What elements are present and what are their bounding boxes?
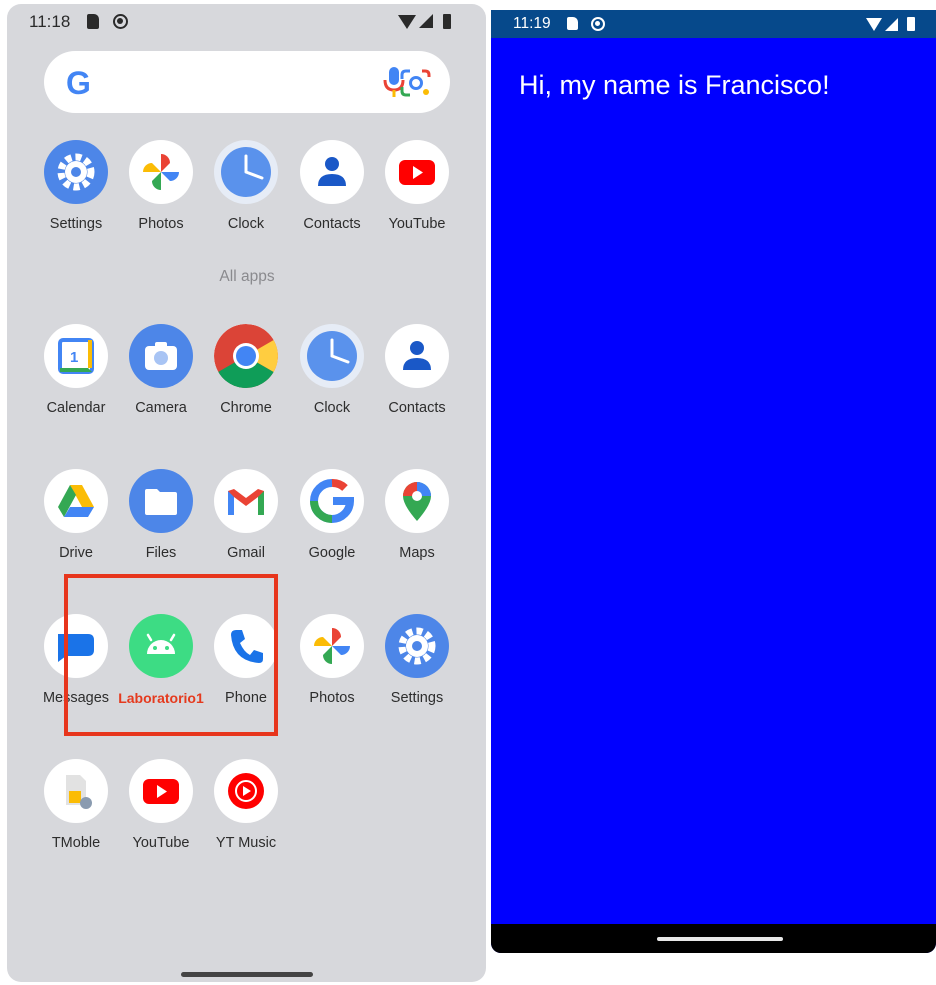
maps-pin-icon — [385, 469, 449, 533]
status-time: 11:19 — [513, 15, 551, 32]
youtube-icon — [129, 759, 193, 823]
sd-card-icon — [567, 17, 578, 30]
app-settings-favorite[interactable]: Settings — [33, 140, 119, 240]
google-search-bar[interactable]: G — [44, 51, 450, 113]
drive-icon — [44, 469, 108, 533]
calendar-icon: 1 — [44, 324, 108, 388]
folder-icon — [129, 469, 193, 533]
photos-icon — [300, 614, 364, 678]
app-photos-favorite[interactable]: Photos — [118, 140, 204, 240]
app-gmail[interactable]: Gmail — [203, 469, 289, 569]
sim-toolkit-icon — [44, 759, 108, 823]
launcher-screen: 11:18 G Settings Photos Clock Contacts Y… — [7, 4, 486, 982]
app-tmoble[interactable]: TMoble — [33, 759, 119, 859]
app-chrome[interactable]: Chrome — [203, 324, 289, 424]
app-contacts-favorite[interactable]: Contacts — [289, 140, 375, 240]
navigation-bar — [491, 924, 936, 953]
greeting-text: Hi, my name is Francisco! — [519, 70, 830, 100]
youtube-icon — [385, 140, 449, 204]
app-youtube[interactable]: YouTube — [118, 759, 204, 859]
app-photos[interactable]: Photos — [289, 614, 375, 714]
app-label: Settings — [390, 690, 444, 706]
wifi-icon — [398, 15, 416, 29]
all-apps-heading: All apps — [219, 268, 275, 285]
signal-icon — [885, 18, 898, 31]
battery-icon — [443, 14, 451, 29]
settings-icon — [44, 140, 108, 204]
clock-icon — [214, 140, 278, 204]
app-calendar[interactable]: 1 Calendar — [33, 324, 119, 424]
contacts-icon — [300, 140, 364, 204]
wifi-icon — [866, 18, 882, 31]
app-drive[interactable]: Drive — [33, 469, 119, 569]
settings-icon — [385, 614, 449, 678]
clock-icon — [300, 324, 364, 388]
contacts-icon — [385, 324, 449, 388]
app-yt-music[interactable]: YT Music — [203, 759, 289, 859]
app-label: Contacts — [388, 400, 446, 416]
chrome-icon — [214, 324, 278, 388]
status-bar: 11:19 — [491, 10, 936, 38]
photos-icon — [129, 140, 193, 204]
app-google[interactable]: Google — [289, 469, 375, 569]
svg-text:1: 1 — [70, 349, 78, 366]
app-settings[interactable]: Settings — [374, 614, 460, 714]
app-files[interactable]: Files — [118, 469, 204, 569]
battery-icon — [907, 17, 915, 31]
highlight-box — [64, 574, 278, 736]
app-label: YT Music — [215, 835, 277, 851]
google-logo-icon: G — [66, 65, 91, 100]
app-clock-favorite[interactable]: Clock — [203, 140, 289, 240]
app-contacts[interactable]: Contacts — [374, 324, 460, 424]
google-lens-icon[interactable] — [399, 67, 433, 99]
signal-icon — [419, 14, 433, 28]
status-time: 11:18 — [29, 12, 71, 31]
app-screen: 11:19 Hi, my name is Francisco! — [491, 10, 936, 953]
svg-text:G: G — [66, 65, 91, 100]
sync-icon — [591, 17, 605, 31]
app-youtube-favorite[interactable]: YouTube — [374, 140, 460, 240]
google-icon — [300, 469, 364, 533]
app-maps[interactable]: Maps — [374, 469, 460, 569]
status-bar: 11:18 — [7, 4, 486, 40]
gesture-nav-handle[interactable] — [657, 937, 783, 941]
sd-card-icon — [87, 14, 99, 29]
gmail-icon — [214, 469, 278, 533]
app-label: Maps — [399, 545, 435, 561]
app-camera[interactable]: Camera — [118, 324, 204, 424]
camera-icon — [129, 324, 193, 388]
sync-icon — [113, 14, 128, 29]
gesture-nav-handle[interactable] — [181, 972, 313, 977]
app-clock[interactable]: Clock — [289, 324, 375, 424]
yt-music-icon — [214, 759, 278, 823]
app-label: YouTube — [388, 216, 446, 232]
